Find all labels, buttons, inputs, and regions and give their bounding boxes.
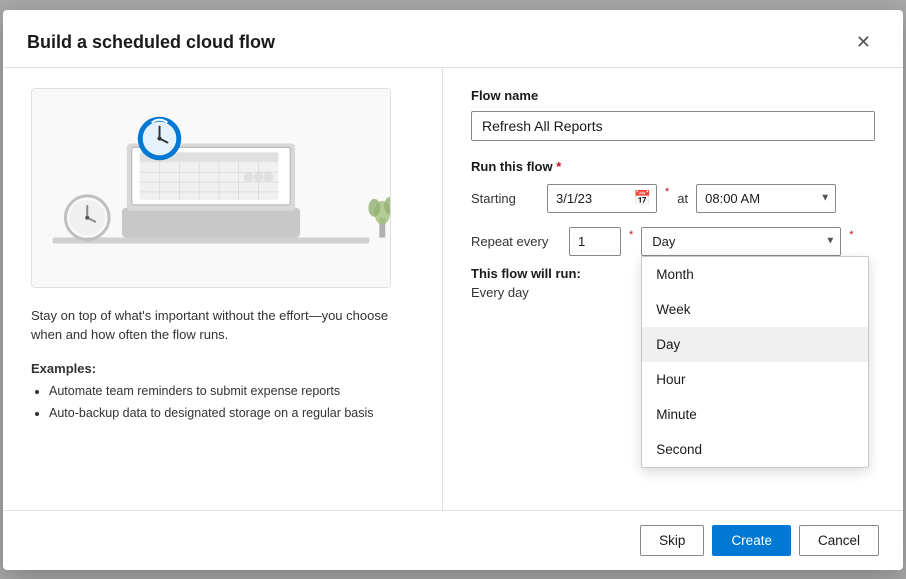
flow-name-label: Flow name [471,88,875,103]
starting-row: Starting 📅 * at 08:00 AM 09:00 AM 10:00 … [471,184,875,213]
time-select[interactable]: 08:00 AM 09:00 AM 10:00 AM [696,184,836,213]
scheduled-flow-dialog: Build a scheduled cloud flow ✕ [3,10,903,570]
repeat-unit-dropdown: Month Week Day Hour Minute Second [641,256,869,468]
examples-list: Automate team reminders to submit expens… [31,382,414,424]
dropdown-item-minute[interactable]: Minute [642,397,868,432]
skip-button[interactable]: Skip [640,525,704,556]
required-marker-date: * [665,186,669,198]
repeat-unit-select[interactable]: Month Week Day Hour Minute Second [641,227,841,256]
repeat-row: Repeat every * Month Week Day Hour Minut… [471,227,875,256]
dropdown-item-second[interactable]: Second [642,432,868,467]
time-select-wrap: 08:00 AM 09:00 AM 10:00 AM ▼ [696,184,836,213]
dropdown-item-month[interactable]: Month [642,257,868,292]
run-section-label: Run this flow * [471,159,875,174]
starting-label: Starting [471,191,539,206]
examples-title: Examples: [31,361,414,376]
example-item-2: Auto-backup data to designated storage o… [49,404,414,423]
left-panel: Stay on top of what's important without … [3,68,443,510]
right-panel: Flow name Run this flow * Starting 📅 [443,68,903,510]
dialog-footer: Skip Create Cancel [3,510,903,570]
cancel-button[interactable]: Cancel [799,525,879,556]
flow-name-input[interactable] [471,111,875,141]
required-marker-unit: * [849,229,853,241]
repeat-number-input[interactable] [569,227,621,256]
create-button[interactable]: Create [712,525,791,556]
required-star: * [556,159,561,174]
at-label: at [677,191,688,206]
description-text: Stay on top of what's important without … [31,306,414,345]
dialog-body: Stay on top of what's important without … [3,68,903,510]
illustration [31,88,391,288]
dialog-header: Build a scheduled cloud flow ✕ [3,10,903,68]
required-marker-repeat: * [629,229,633,241]
dropdown-item-hour[interactable]: Hour [642,362,868,397]
date-input[interactable] [547,184,657,213]
date-input-wrap: 📅 [547,184,657,213]
dropdown-item-week[interactable]: Week [642,292,868,327]
flow-name-group: Flow name [471,88,875,141]
run-flow-group: Run this flow * Starting 📅 * at 08:00 AM [471,159,875,300]
dialog-title: Build a scheduled cloud flow [27,32,275,53]
repeat-unit-wrap: Month Week Day Hour Minute Second ▼ Mont… [641,227,841,256]
repeat-label: Repeat every [471,234,561,249]
example-item-1: Automate team reminders to submit expens… [49,382,414,401]
dropdown-item-day[interactable]: Day [642,327,868,362]
close-button[interactable]: ✕ [848,28,879,57]
